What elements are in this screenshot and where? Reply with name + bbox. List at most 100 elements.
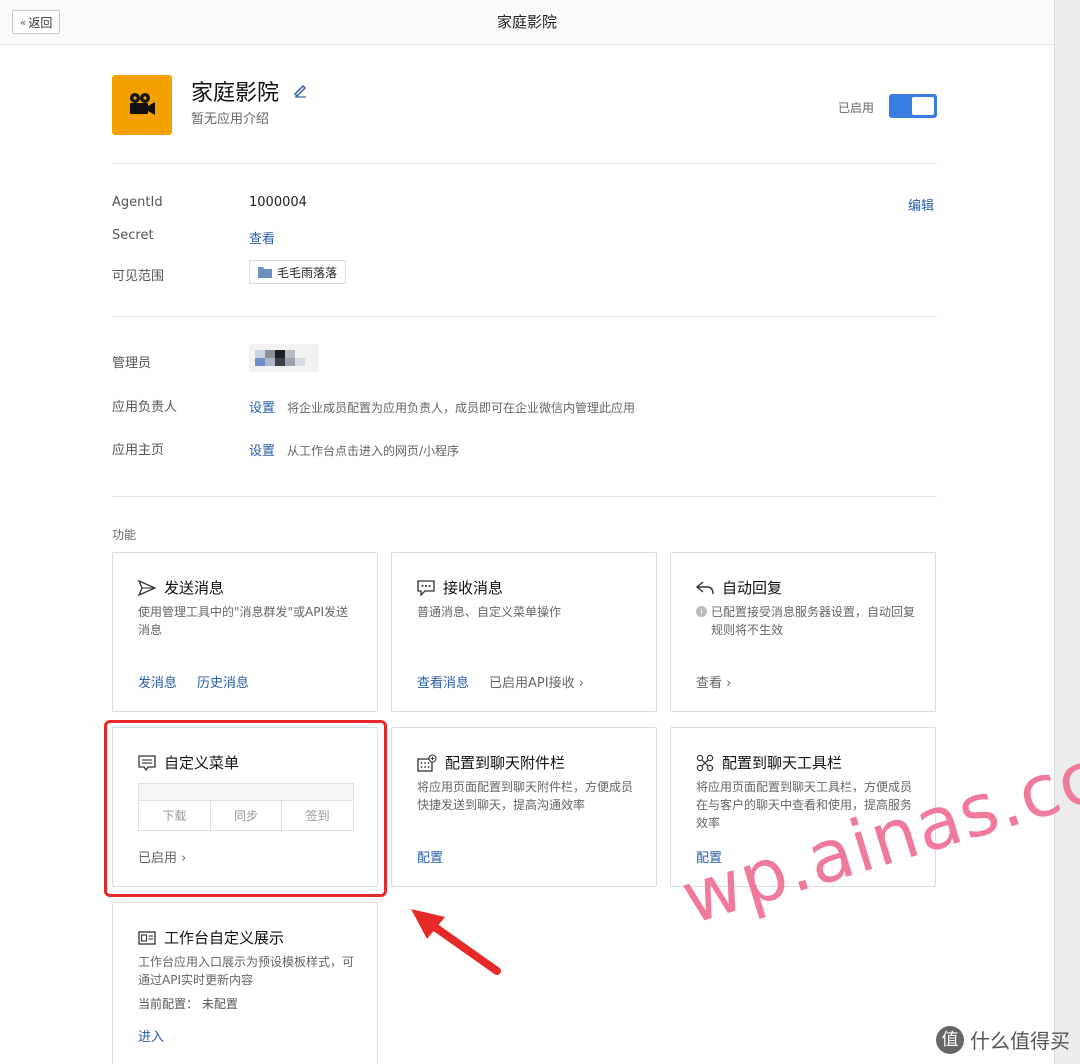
card-description-row: i 已配置接受消息服务器设置，自动回复规则将不生效 (696, 603, 916, 639)
workbench-icon (138, 930, 156, 945)
card-description: 将应用页面配置到聊天附件栏，方便成员快捷发送到聊天，提高沟通效率 (417, 780, 634, 812)
card-auto-reply: 自动回复 i 已配置接受消息服务器设置，自动回复规则将不生效 查看 › (670, 552, 936, 712)
card-title: 接收消息 (443, 579, 504, 597)
menu-preview-item: 下载 (139, 801, 211, 832)
scope-tag[interactable]: 毛毛雨落落 (249, 260, 347, 284)
owner-hint: 将企业成员配置为应用负责人，成员即可在企业微信内管理此应用 (287, 401, 636, 415)
homepage-row: 设置 从工作台点击进入的网页/小程序 (249, 440, 459, 459)
enabled-label: 已启用 (838, 101, 875, 115)
features-section-label: 功能 (112, 528, 137, 542)
admin-avatar-pixelated (249, 344, 319, 372)
configure-attachment-bar-link[interactable]: 配置 (417, 847, 443, 866)
divider (112, 316, 937, 317)
send-message-link[interactable]: 发消息 (138, 672, 177, 691)
chat-bubble-icon (417, 579, 435, 596)
configure-toolbar-link[interactable]: 配置 (696, 847, 722, 866)
custom-menu-status-link[interactable]: 已启用 › (138, 847, 186, 866)
card-header: 工作台自定义展示 (138, 927, 284, 948)
homepage-label: 应用主页 (112, 443, 165, 458)
homepage-set-link[interactable]: 设置 (249, 440, 275, 459)
card-receive-message: 接收消息 普通消息、自定义菜单操作 查看消息 已启用API接收 › (391, 552, 657, 712)
card-header: 配置到聊天附件栏 (417, 752, 565, 773)
card-footer: 配置 (417, 847, 443, 866)
site-badge-icon: 值 (936, 1025, 964, 1054)
divider (112, 163, 937, 164)
homepage-hint: 从工作台点击进入的网页/小程序 (287, 444, 460, 458)
card-description: 已配置接受消息服务器设置，自动回复规则将不生效 (711, 605, 916, 637)
send-icon (138, 579, 156, 596)
agentid-label: AgentId (112, 195, 163, 210)
card-chat-attachment-bar: 配置到聊天附件栏 将应用页面配置到聊天附件栏，方便成员快捷发送到聊天，提高沟通效… (391, 727, 657, 887)
menu-icon (138, 754, 156, 771)
admin-label: 管理员 (112, 356, 152, 371)
app-icon (112, 75, 172, 135)
card-footer: 进入 (138, 1026, 164, 1045)
info-icon: i (696, 606, 707, 617)
card-header: 接收消息 (417, 577, 503, 598)
folder-icon (258, 267, 272, 278)
agentid-value: 1000004 (249, 195, 307, 210)
app-name: 家庭影院 (191, 81, 280, 106)
menu-preview-bar (139, 784, 353, 801)
card-custom-menu: 自定义菜单 下载 同步 签到 已启用 › (112, 727, 378, 887)
toggle-knob (912, 97, 934, 115)
app-description: 暂无应用介绍 (191, 112, 270, 127)
card-header: 自动回复 (696, 577, 782, 598)
owner-set-link[interactable]: 设置 (249, 397, 275, 416)
api-receive-status-link[interactable]: 已启用API接收 › (489, 672, 584, 691)
menu-preview-items: 下载 同步 签到 (139, 801, 353, 832)
card-header: 自定义菜单 (138, 752, 239, 773)
card-header: 发送消息 (138, 577, 224, 598)
double-chevron-left-icon: « (19, 15, 27, 29)
owner-label: 应用负责人 (112, 400, 178, 415)
card-title: 自动回复 (722, 579, 783, 597)
card-chat-toolbar: 配置到聊天工具栏 将应用页面配置到聊天工具栏，方便成员在与客户的聊天中查看和使用… (670, 727, 936, 887)
card-title: 工作台自定义展示 (164, 929, 285, 947)
top-bar: 家庭影院 « 返回 (0, 0, 1054, 45)
card-description: 将应用页面配置到聊天工具栏，方便成员在与客户的聊天中查看和使用，提高服务效率 (696, 780, 913, 830)
menu-preview-item: 签到 (305, 809, 330, 823)
card-footer: 配置 (696, 847, 722, 866)
card-header: 配置到聊天工具栏 (696, 752, 842, 773)
reply-icon (696, 580, 714, 594)
card-workbench-display: 工作台自定义展示 工作台应用入口展示为预设模板样式，可通过API实时更新内容 当… (112, 902, 378, 1064)
toolbar-icon (696, 754, 714, 771)
app-detail-panel: 家庭影院 « 返回 家庭影院 暂无应用介绍 已启用 AgentId 100000… (0, 0, 1055, 1064)
owner-row: 设置 将企业成员配置为应用负责人，成员即可在企业微信内管理此应用 (249, 397, 635, 416)
edit-details-link[interactable]: 编辑 (908, 195, 934, 214)
card-footer: 查看 › (696, 672, 731, 691)
annotation-arrow (411, 909, 501, 975)
card-title: 自定义菜单 (164, 754, 240, 772)
card-send-message: 发送消息 使用管理工具中的"消息群发"或API发送消息 发消息 历史消息 (112, 552, 378, 712)
page-title: 家庭影院 (496, 13, 557, 31)
card-footer: 已启用 › (138, 847, 186, 866)
scope-value: 毛毛雨落落 (277, 265, 338, 280)
site-watermark: 值 什么值得买 (936, 1025, 1070, 1054)
card-description: 工作台应用入口展示为预设模板样式，可通过API实时更新内容 (138, 955, 355, 987)
view-messages-link[interactable]: 查看消息 (417, 672, 469, 691)
site-watermark-text: 什么值得买 (970, 1029, 1070, 1053)
card-title: 发送消息 (164, 579, 225, 597)
back-button[interactable]: « 返回 (12, 10, 60, 34)
edit-pencil-icon[interactable] (292, 82, 308, 98)
enter-workbench-link[interactable]: 进入 (138, 1030, 164, 1045)
card-footer: 查看消息 已启用API接收 › (417, 672, 584, 691)
scope-label: 可见范围 (112, 269, 165, 284)
attachment-bar-icon (417, 753, 437, 772)
card-title: 配置到聊天附件栏 (445, 754, 566, 772)
divider (112, 496, 937, 497)
film-camera-icon (130, 93, 155, 115)
secret-view-link[interactable]: 查看 (249, 228, 275, 247)
card-description: 使用管理工具中的"消息群发"或API发送消息 (138, 605, 349, 637)
card-footer: 发消息 历史消息 (138, 672, 249, 691)
secret-label: Secret (112, 228, 154, 243)
card-title: 配置到聊天工具栏 (722, 754, 843, 772)
menu-preview: 下载 同步 签到 (138, 783, 354, 832)
menu-preview-item: 同步 (211, 801, 283, 832)
back-label: 返回 (28, 15, 53, 30)
history-message-link[interactable]: 历史消息 (197, 672, 249, 691)
card-description: 普通消息、自定义菜单操作 (417, 605, 562, 619)
enable-toggle[interactable] (889, 94, 937, 118)
current-config-text: 当前配置： 未配置 (138, 997, 238, 1011)
view-auto-reply-link[interactable]: 查看 › (696, 672, 731, 691)
